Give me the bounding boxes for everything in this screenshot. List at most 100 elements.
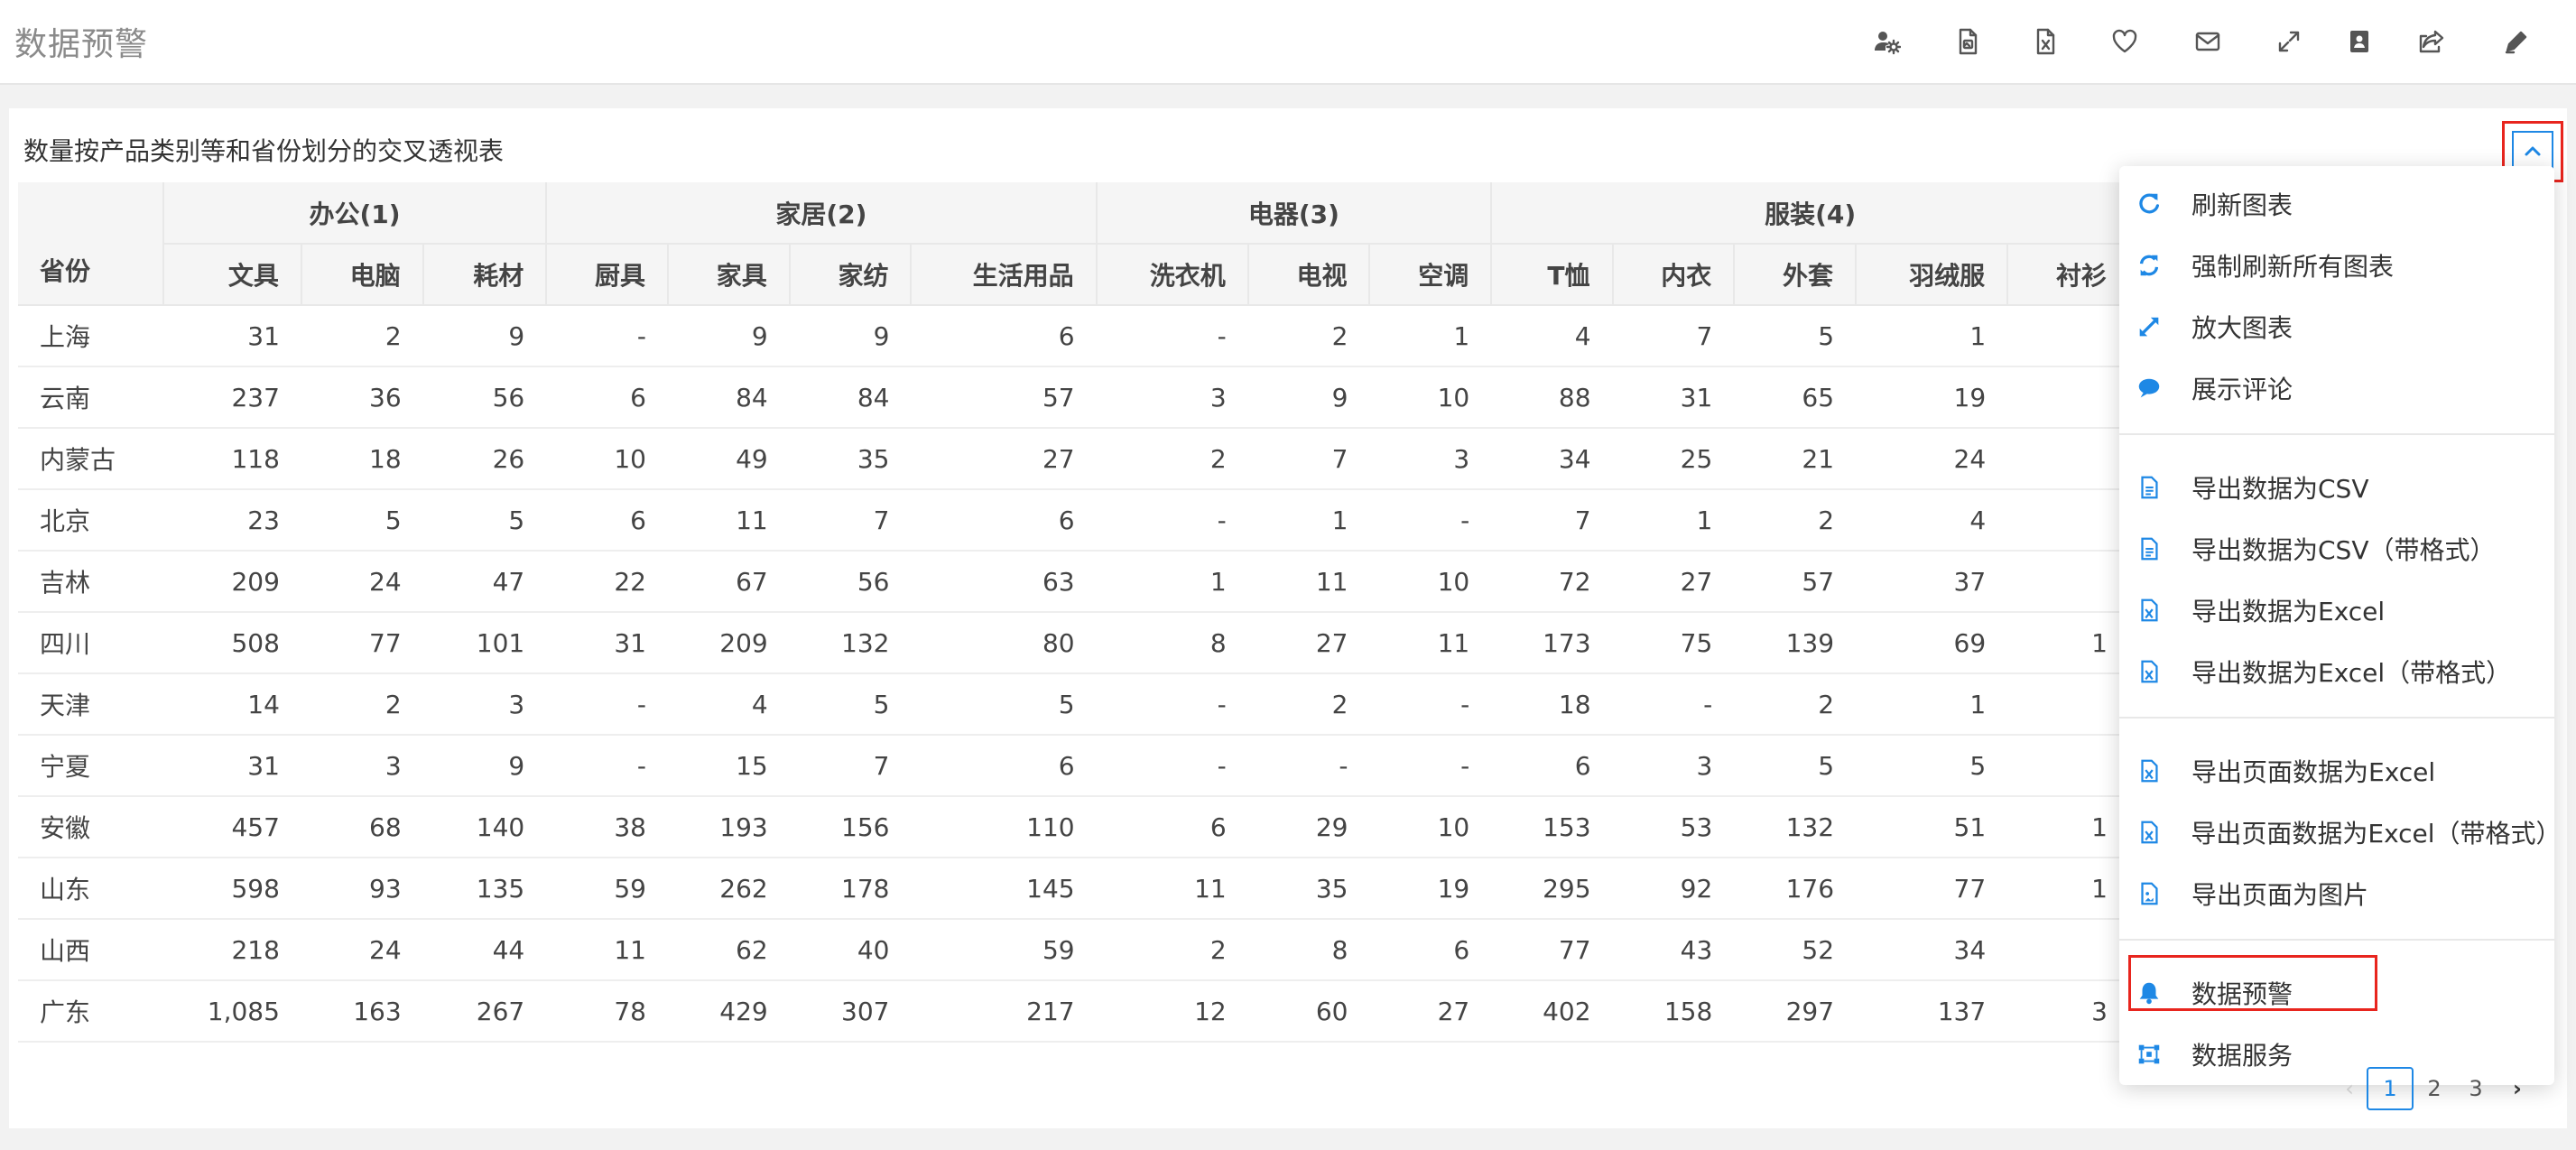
table-cell: 29	[1247, 796, 1370, 858]
table-cell: -	[1612, 673, 1735, 736]
table-row: 内蒙古 118 18 26 10 49 35 27 2 7 3 34 25 21 24	[18, 428, 2129, 490]
province-cell: 天津	[18, 673, 163, 736]
table-cell: 44	[422, 919, 547, 981]
table-cell: 31	[162, 305, 301, 367]
table-cell: 118	[162, 428, 301, 490]
pagination-next-button[interactable]: ›	[2504, 1067, 2531, 1110]
table-cell: 145	[911, 858, 1097, 920]
table-cell	[2007, 489, 2129, 552]
menu-item-force-refresh-all[interactable]: 强制刷新所有图表	[2119, 235, 2554, 296]
table-cell: -	[1096, 673, 1248, 736]
table-cell: 56	[422, 366, 547, 429]
table-cell: 27	[1612, 551, 1735, 613]
table-cell: 429	[667, 980, 790, 1043]
table-cell: -	[546, 735, 668, 797]
table-cell: 10	[1369, 796, 1492, 858]
table-cell: 6	[546, 489, 668, 552]
excel-file-icon	[2134, 595, 2164, 626]
menu-item-export-excel-formatted[interactable]: 导出数据为Excel（带格式）	[2119, 641, 2554, 702]
csv-file-icon	[2134, 533, 2164, 564]
table-cell: 24	[1856, 428, 2008, 490]
table-cell: 101	[422, 612, 547, 674]
pagination-page-2[interactable]: 2	[2421, 1067, 2448, 1110]
table-cell: 11	[1369, 612, 1492, 674]
table-cell: -	[1369, 735, 1492, 797]
menu-item-export-csv[interactable]: 导出数据为CSV	[2119, 457, 2554, 518]
table-cell: 217	[911, 980, 1097, 1043]
column-header: 空调	[1369, 244, 1493, 306]
contact-card-icon[interactable]	[2336, 18, 2383, 65]
table-cell: 6	[1369, 919, 1492, 981]
menu-item-export-page-excel[interactable]: 导出页面数据为Excel	[2119, 740, 2554, 802]
table-cell: 3	[422, 673, 547, 736]
column-header: 家具	[667, 244, 791, 306]
menu-item-show-comments[interactable]: 展示评论	[2119, 357, 2554, 419]
table-cell: 84	[667, 366, 790, 429]
menu-item-label: 展示评论	[2191, 375, 2293, 404]
table-cell: 84	[789, 366, 912, 429]
table-cell: -	[1096, 735, 1248, 797]
table-cell: 92	[1612, 858, 1735, 920]
menu-item-label: 导出页面数据为Excel	[2191, 757, 2436, 787]
mail-icon[interactable]	[2184, 18, 2231, 65]
excel-file-icon[interactable]	[2022, 18, 2069, 65]
table-cell: 68	[301, 796, 423, 858]
menu-item-zoom-chart[interactable]: 放大图表	[2119, 296, 2554, 357]
share-icon[interactable]	[2408, 18, 2455, 65]
table-cell: 27	[1369, 980, 1492, 1043]
user-settings-icon[interactable]	[1863, 18, 1910, 65]
menu-item-export-page-image[interactable]: 导出页面为图片	[2119, 863, 2554, 924]
menu-item-export-excel[interactable]: 导出数据为Excel	[2119, 580, 2554, 641]
table-cell: 1	[2007, 612, 2129, 674]
pagination-page-1[interactable]: 1	[2367, 1067, 2414, 1110]
table-cell: 15	[667, 735, 790, 797]
table-cell: 2	[301, 305, 423, 367]
table-cell: -	[1096, 489, 1248, 552]
table-cell: 237	[162, 366, 301, 429]
table-cell: 508	[162, 612, 301, 674]
group-header: 家居(2)	[546, 182, 1098, 245]
table-row: 北京 23 5 5 6 11 7 6-1-7 1 2 4	[18, 489, 2129, 552]
column-header: 耗材	[422, 244, 548, 306]
table-cell: 65	[1734, 366, 1857, 429]
table-row: 天津 14 2 3-4 5 5-2-18-2 1	[18, 673, 2129, 736]
table-cell: 6	[546, 366, 668, 429]
table-cell: 35	[1247, 858, 1370, 920]
table-cell: 5	[789, 673, 912, 736]
table-cell: 209	[667, 612, 790, 674]
table-row: 山东 598 93 135 59 262 178 145 11 35 19 295 92 176 77 1	[18, 858, 2129, 920]
menu-item-label: 数据服务	[2191, 1041, 2293, 1071]
menu-item-label: 放大图表	[2191, 313, 2293, 343]
table-cell: 21	[1734, 428, 1857, 490]
heart-icon[interactable]	[2101, 18, 2148, 65]
card-title: 数量按产品类别等和省份划分的交叉透视表	[23, 136, 505, 166]
table-cell: 7	[1247, 428, 1370, 490]
table-cell: 62	[667, 919, 790, 981]
pivot-table-container[interactable]: 省份 办公(1) 家居(2) 电器(3) 服装(4) 文具 电脑 耗材 厨具 家具 家纺生…	[18, 182, 2130, 1047]
menu-item-export-page-excel-formatted[interactable]: 导出页面数据为Excel（带格式）	[2119, 802, 2562, 863]
column-header: 内衣	[1612, 244, 1736, 306]
table-cell: 132	[1734, 796, 1857, 858]
table-cell: 10	[1369, 366, 1492, 429]
excel-file-icon	[2134, 756, 2164, 786]
table-cell: 2	[1247, 305, 1370, 367]
table-cell: 1	[1096, 551, 1248, 613]
menu-item-export-csv-formatted[interactable]: 导出数据为CSV（带格式）	[2119, 518, 2554, 580]
expand-icon[interactable]	[2266, 18, 2312, 65]
document-image-icon[interactable]	[1944, 18, 1991, 65]
table-row: 宁夏 31 3 9-15 7 6- - -6 3 5 5	[18, 735, 2129, 797]
expand-arrows-icon	[2134, 311, 2164, 342]
table-cell: -	[1369, 673, 1492, 736]
table-cell: 49	[667, 428, 790, 490]
pagination-page-3[interactable]: 3	[2462, 1067, 2489, 1110]
column-header: 外套	[1734, 244, 1858, 306]
menu-item-refresh-chart[interactable]: 刷新图表	[2119, 173, 2554, 235]
table-cell: 209	[162, 551, 301, 613]
table-cell: 3	[301, 735, 423, 797]
table-cell: 47	[422, 551, 547, 613]
table-cell: 23	[162, 489, 301, 552]
pagination-prev-button[interactable]: ‹	[2336, 1067, 2363, 1110]
table-cell: 307	[789, 980, 912, 1043]
table-cell: 34	[1491, 428, 1613, 490]
edit-pencil-icon[interactable]	[2493, 18, 2540, 65]
